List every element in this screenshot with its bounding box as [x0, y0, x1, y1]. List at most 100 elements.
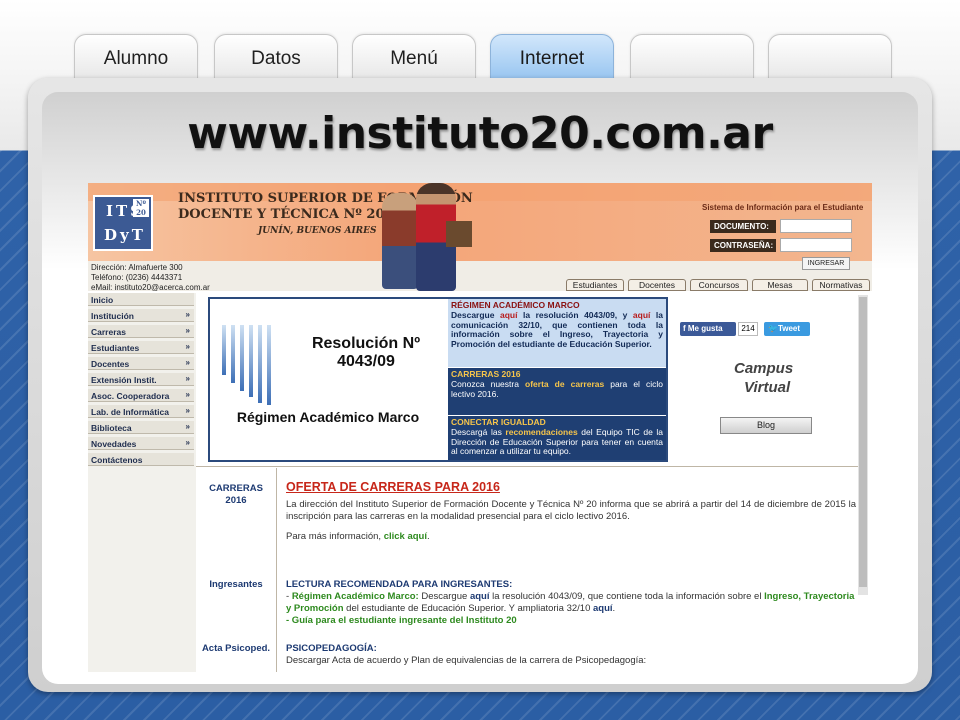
chevron-icon: »: [185, 406, 190, 415]
students-photo: [376, 183, 486, 291]
chevron-icon: »: [185, 310, 190, 319]
scrollbar[interactable]: [858, 295, 868, 595]
facebook-like-count: 214: [738, 322, 758, 336]
nav-tab-docentes[interactable]: Docentes: [628, 279, 686, 291]
block-text: la resolución 4043/09, y: [517, 309, 633, 320]
psicopedagogia-text: Descargar Acta de acuerdo y Plan de equi…: [286, 655, 647, 666]
sidebar-item-label: Novedades: [91, 439, 137, 449]
scrollbar-thumb[interactable]: [859, 297, 867, 587]
line-text: Descargue: [418, 591, 470, 602]
book-image: [446, 221, 472, 247]
sidebar-item-label: Docentes: [91, 359, 130, 369]
sidebar-item-label: Lab. de Informática: [91, 407, 169, 417]
sidebar-item-cooperadora[interactable]: Asoc. Cooperadora »: [88, 389, 194, 402]
row-ingresantes: LECTURA RECOMENDADA PARA INGRESANTES: - …: [286, 579, 856, 627]
block-text: Descargá las: [451, 426, 506, 437]
line-text: del estudiante de Educación Superior. Y …: [343, 603, 594, 614]
oferta-link[interactable]: oferta de carreras: [525, 379, 604, 389]
recomendaciones-link[interactable]: recomendaciones: [505, 427, 577, 437]
sidebar-item-carreras[interactable]: Carreras »: [88, 325, 194, 338]
oferta-title-link[interactable]: OFERTA DE CARRERAS PARA 2016: [286, 481, 856, 494]
document-label: DOCUMENTO:: [710, 220, 776, 233]
contact-info: Dirección: Almafuerte 300 Teléfono: (023…: [91, 263, 210, 293]
nav-tab-estudiantes[interactable]: Estudiantes: [566, 279, 624, 291]
resolution-title: Resolución Nº 4043/09: [311, 335, 421, 370]
sidebar-item-contactenos[interactable]: Contáctenos: [88, 453, 194, 466]
nav-tab-normativas[interactable]: Normativas: [812, 279, 870, 291]
password-input[interactable]: [780, 238, 852, 252]
psicopedagogia-title: PSICOPEDAGOGÍA:: [286, 643, 377, 654]
chevron-icon: »: [185, 438, 190, 447]
document-input[interactable]: [780, 219, 852, 233]
chevron-icon: »: [185, 358, 190, 367]
sidebar-item-label: Extensión Instit.: [91, 375, 157, 385]
download-link-1[interactable]: aquí: [500, 310, 517, 320]
blog-button[interactable]: Blog: [720, 417, 812, 434]
phone: Teléfono: (0236) 4443371: [91, 273, 183, 282]
tweet-button[interactable]: 🐦Tweet: [764, 322, 810, 336]
sidebar-item-informatica[interactable]: Lab. de Informática »: [88, 405, 194, 418]
fb-label: Me gusta: [687, 324, 723, 333]
row-label-ingresantes: Ingresantes: [209, 579, 263, 590]
sidebar-item-label: Estudiantes: [91, 343, 140, 353]
sidebar-item-docentes[interactable]: Docentes »: [88, 357, 194, 370]
tw-label: Tweet: [777, 324, 801, 333]
chevron-icon: »: [185, 422, 190, 431]
sidebar-item-label: Institución: [91, 311, 134, 321]
nav-tab-mesas[interactable]: Mesas: [752, 279, 808, 291]
sidebar-item-inicio[interactable]: Inicio: [88, 293, 194, 306]
chevron-icon: »: [185, 326, 190, 335]
student-figure-1: [382, 193, 418, 289]
password-label: CONTRASEÑA:: [710, 239, 776, 252]
oferta-text: La dirección del Instituto Superior de F…: [286, 499, 856, 522]
sidebar-item-label: Asoc. Cooperadora: [91, 391, 170, 401]
resolution-graphic: Resolución Nº 4043/09 Régimen Académico …: [210, 299, 446, 460]
line-text: la resolución 4043/09, que contiene toda…: [489, 591, 765, 602]
site-header: ITS DyT Nº 20 INSTITUTO SUPERIOR DE FORM…: [88, 183, 872, 293]
logo-bottom-text: DyT: [104, 226, 146, 244]
twitter-icon: 🐦: [768, 324, 778, 333]
campus-virtual-link[interactable]: Campus Virtual: [734, 359, 793, 397]
nav-tab-concursos[interactable]: Concursos: [690, 279, 748, 291]
banner-block-carreras: CARRERAS 2016 Conozca nuestra oferta de …: [448, 368, 666, 415]
campus-line2: Virtual: [744, 379, 791, 396]
sidebar-item-biblioteca[interactable]: Biblioteca »: [88, 421, 194, 434]
sidebar-menu: Inicio Institución » Carreras » Estudiante…: [88, 293, 196, 672]
sidebar-item-extension[interactable]: Extensión Instit. »: [88, 373, 194, 386]
lectura-title: LECTURA RECOMENDADA PARA INGRESANTES:: [286, 579, 513, 590]
resolution-subtitle: Régimen Académico Marco: [236, 409, 420, 425]
address: Dirección: Almafuerte 300: [91, 263, 183, 272]
top-nav: Estudiantes Docentes Concursos Mesas Nor…: [566, 279, 872, 291]
sysinfo-title: Sistema de Información para el Estudiant…: [702, 203, 864, 212]
aqui-link-2[interactable]: aquí: [593, 603, 613, 614]
site-logo[interactable]: ITS DyT Nº 20: [93, 195, 153, 251]
sidebar-item-label: Carreras: [91, 327, 126, 337]
more-info-text: Para más información,: [286, 531, 384, 542]
resolution-bars-icon: [222, 325, 292, 405]
chevron-icon: »: [185, 374, 190, 383]
row-carreras: OFERTA DE CARRERAS PARA 2016 La direcció…: [286, 481, 856, 543]
website-screenshot: ITS DyT Nº 20 INSTITUTO SUPERIOR DE FORM…: [88, 183, 872, 672]
logo-number: Nº 20: [133, 199, 149, 217]
login-button[interactable]: INGRESAR: [802, 257, 850, 270]
more-info-end: .: [427, 531, 430, 542]
row-psicopedagogia: PSICOPEDAGOGÍA: Descargar Acta de acuerd…: [286, 643, 856, 667]
aqui-link-1[interactable]: aquí: [470, 591, 490, 602]
campus-line1: Campus: [734, 360, 794, 377]
sidebar-item-institucion[interactable]: Institución »: [88, 309, 194, 322]
sidebar-item-novedades[interactable]: Novedades »: [88, 437, 194, 450]
banner-block-conectar: CONECTAR IGUALDAD Descargá las recomenda…: [448, 416, 666, 460]
download-link-2[interactable]: aquí: [633, 310, 650, 320]
sidebar-item-estudiantes[interactable]: Estudiantes »: [88, 341, 194, 354]
email: eMail: instituto20@acerca.com.ar: [91, 283, 210, 292]
divider: [196, 466, 858, 467]
banner-block-regimen: RÉGIMEN ACADÉMICO MARCO Descargue aquí l…: [448, 299, 666, 367]
resolution-banner[interactable]: Resolución Nº 4043/09 Régimen Académico …: [208, 297, 668, 462]
sidebar-item-label: Biblioteca: [91, 423, 132, 433]
guia-link[interactable]: - Guía para el estudiante ingresante del…: [286, 615, 856, 627]
sidebar-item-label: Contáctenos: [91, 455, 143, 465]
facebook-like-button[interactable]: f Me gusta: [680, 322, 736, 336]
regimen-label: Régimen Académico Marco:: [291, 591, 419, 602]
click-aqui-link[interactable]: click aquí: [384, 531, 427, 542]
chevron-icon: »: [185, 390, 190, 399]
